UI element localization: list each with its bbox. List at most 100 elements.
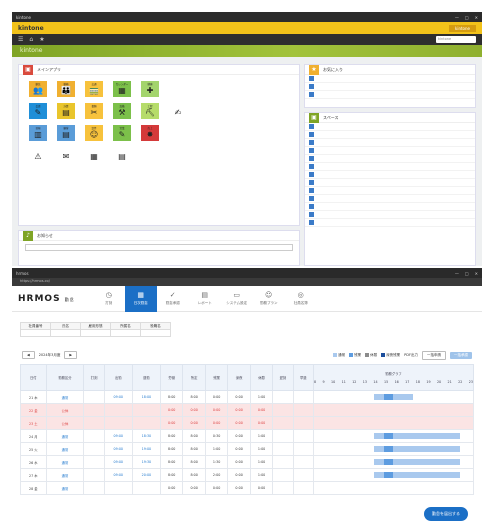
app-tile[interactable]: 書類 ✂ <box>85 103 103 119</box>
maximize-icon[interactable]: □ <box>465 15 469 20</box>
table-row[interactable]: 28 金通常 0:00 0:00 0:00 0:00 0:00 <box>20 481 474 495</box>
star-icon[interactable]: ★ <box>39 36 44 43</box>
table-row[interactable]: 23 土公休 0:00 0:00 0:00 0:00 0:00 <box>20 416 474 430</box>
table-row[interactable]: 22 金公休 0:00 0:00 0:00 0:00 0:00 <box>20 403 474 417</box>
cell-day[interactable]: 26 水 <box>20 455 47 469</box>
menu-icon[interactable]: ☰ <box>18 36 23 43</box>
prev-month-button[interactable]: ◀ <box>22 351 35 359</box>
app-tile[interactable]: 勤怠 👥 <box>29 81 47 97</box>
app-label: 日報 <box>35 127 41 130</box>
overtime-bar <box>383 446 394 452</box>
bulk-request-button[interactable]: 一括申請 <box>422 350 446 360</box>
app-tile[interactable]: ⚠ <box>29 147 47 163</box>
app-tile[interactable]: 会議 ✎ <box>29 103 47 119</box>
app-tile[interactable]: ▤ <box>113 147 131 163</box>
column-header: 勤務区分 <box>45 364 85 391</box>
app-tile[interactable]: 日報 ▥ <box>29 125 47 141</box>
space-item[interactable] <box>305 123 475 131</box>
app-icon: ✸ <box>146 130 154 139</box>
minimize-icon[interactable]: — <box>455 271 459 276</box>
space-item[interactable] <box>305 211 475 219</box>
app-tile[interactable]: 設備 ⚒ <box>113 103 131 119</box>
table-row[interactable]: 26 水通常 09:00 19:30 8:00 8:00 1:30 0:00 1:00 <box>20 455 474 469</box>
space-item[interactable] <box>305 219 475 227</box>
search-input[interactable]: kintone <box>436 36 476 43</box>
cell-p <box>83 455 105 469</box>
app-label: 顧客 <box>63 127 69 130</box>
nav-item[interactable]: ◷ 打刻 <box>93 286 125 312</box>
space-item[interactable] <box>305 147 475 155</box>
nav-item[interactable]: ▦ 日次勤怠 <box>124 285 157 312</box>
space-item[interactable] <box>305 131 475 139</box>
cell-in: 09:00 <box>103 468 133 482</box>
cell-day[interactable]: 23 土 <box>20 416 47 430</box>
user-menu[interactable]: kintone <box>449 24 476 32</box>
cell-extra <box>292 429 315 443</box>
table-row[interactable]: 24 月通常 09:00 18:30 8:00 8:00 0:30 0:00 1:00 <box>20 429 474 443</box>
browser-tab[interactable]: kintone <box>16 15 31 20</box>
home-icon[interactable]: ⌂ <box>29 36 33 43</box>
hour-label: 12 <box>352 380 357 384</box>
list-item[interactable] <box>305 75 475 83</box>
app-tile[interactable]: 計算 ▤ <box>57 103 75 119</box>
app-tile[interactable]: 営業 ✎ <box>113 125 131 141</box>
nav-item[interactable]: ▤ レポート <box>189 286 221 312</box>
space-item[interactable] <box>305 203 475 211</box>
request-fab[interactable]: 勤怠を届出する <box>424 507 468 521</box>
nav-item[interactable]: ✓ 勤怠承認 <box>157 286 189 312</box>
space-item[interactable] <box>305 195 475 203</box>
nav-label: 日次勤怠 <box>133 301 148 305</box>
bulk-approve-button[interactable]: 一括承認 <box>450 351 472 359</box>
app-tile[interactable]: 健康 ✚ <box>141 81 159 97</box>
app-tile[interactable]: 売上 ✸ <box>141 125 159 141</box>
cell-day[interactable]: 27 木 <box>20 468 47 482</box>
close-icon[interactable]: ✕ <box>475 271 478 276</box>
spaces-title: スペース <box>323 114 339 120</box>
table-row[interactable]: 21 木通常 09:00 18:00 8:00 8:00 0:00 0:00 1:00 <box>20 390 474 404</box>
app-tile[interactable]: 交通 🚃 <box>85 81 103 97</box>
next-month-button[interactable]: ▶ <box>64 351 78 359</box>
cell-day[interactable]: 22 金 <box>20 403 47 417</box>
cell-o: 1:00 <box>204 442 229 456</box>
nav-item[interactable]: ☺ 勤務プラン <box>253 286 285 312</box>
list-item[interactable] <box>305 91 475 99</box>
cell-extra <box>272 442 294 456</box>
cell-day[interactable]: 28 金 <box>20 481 47 495</box>
app-tile[interactable]: カレンダー ▦ <box>113 81 131 97</box>
cell-day[interactable]: 24 月 <box>20 429 47 443</box>
app-tile[interactable]: 勤務 👪 <box>57 81 75 97</box>
minimize-icon[interactable]: — <box>455 15 459 20</box>
cell-type: 通常 <box>45 468 85 482</box>
space-item[interactable] <box>305 171 475 179</box>
cell-b: 1:00 <box>249 455 274 469</box>
nav-item[interactable]: ◎ 社員名簿 <box>285 286 317 312</box>
space-item[interactable] <box>305 163 475 171</box>
app-tile[interactable]: ▦ <box>85 147 103 163</box>
space-item[interactable] <box>305 139 475 147</box>
list-item[interactable] <box>305 83 475 91</box>
browser-tab[interactable]: hrmos <box>16 271 29 276</box>
cell-day[interactable]: 21 木 <box>20 390 47 404</box>
space-item[interactable] <box>305 179 475 187</box>
space-item[interactable] <box>305 187 475 195</box>
kintone-logo[interactable]: kintone <box>18 25 44 32</box>
cell-w: 8:00 <box>159 442 184 456</box>
spaces-icon: ▣ <box>309 112 319 123</box>
app-tile[interactable]: 案件 ☺ <box>85 125 103 141</box>
nav-item[interactable]: ▭ システム設定 <box>221 286 253 312</box>
app-tile[interactable]: 工程 ⛏ <box>141 103 159 119</box>
app-tile[interactable]: 顧客 ▤ <box>57 125 75 141</box>
pdf-button[interactable]: PDF出力 <box>404 353 418 358</box>
table-row[interactable]: 25 火通常 09:00 19:00 8:00 8:00 1:00 0:00 1:00 <box>20 442 474 456</box>
space-item[interactable] <box>305 155 475 163</box>
cell-w: 8:00 <box>159 429 184 443</box>
hrmos-logo[interactable]: HRMOS 勤怠 <box>18 294 75 304</box>
maximize-icon[interactable]: □ <box>465 271 469 276</box>
cell-day[interactable]: 25 火 <box>20 442 47 456</box>
app-tile[interactable]: ✍ <box>169 103 187 119</box>
hour-label: 11 <box>341 380 346 384</box>
notice-input[interactable] <box>25 244 293 251</box>
app-tile[interactable]: ✉ <box>57 147 75 163</box>
close-icon[interactable]: ✕ <box>475 15 478 20</box>
table-row[interactable]: 27 木通常 09:00 20:00 8:00 8:00 2:00 0:00 1:00 <box>20 468 474 482</box>
